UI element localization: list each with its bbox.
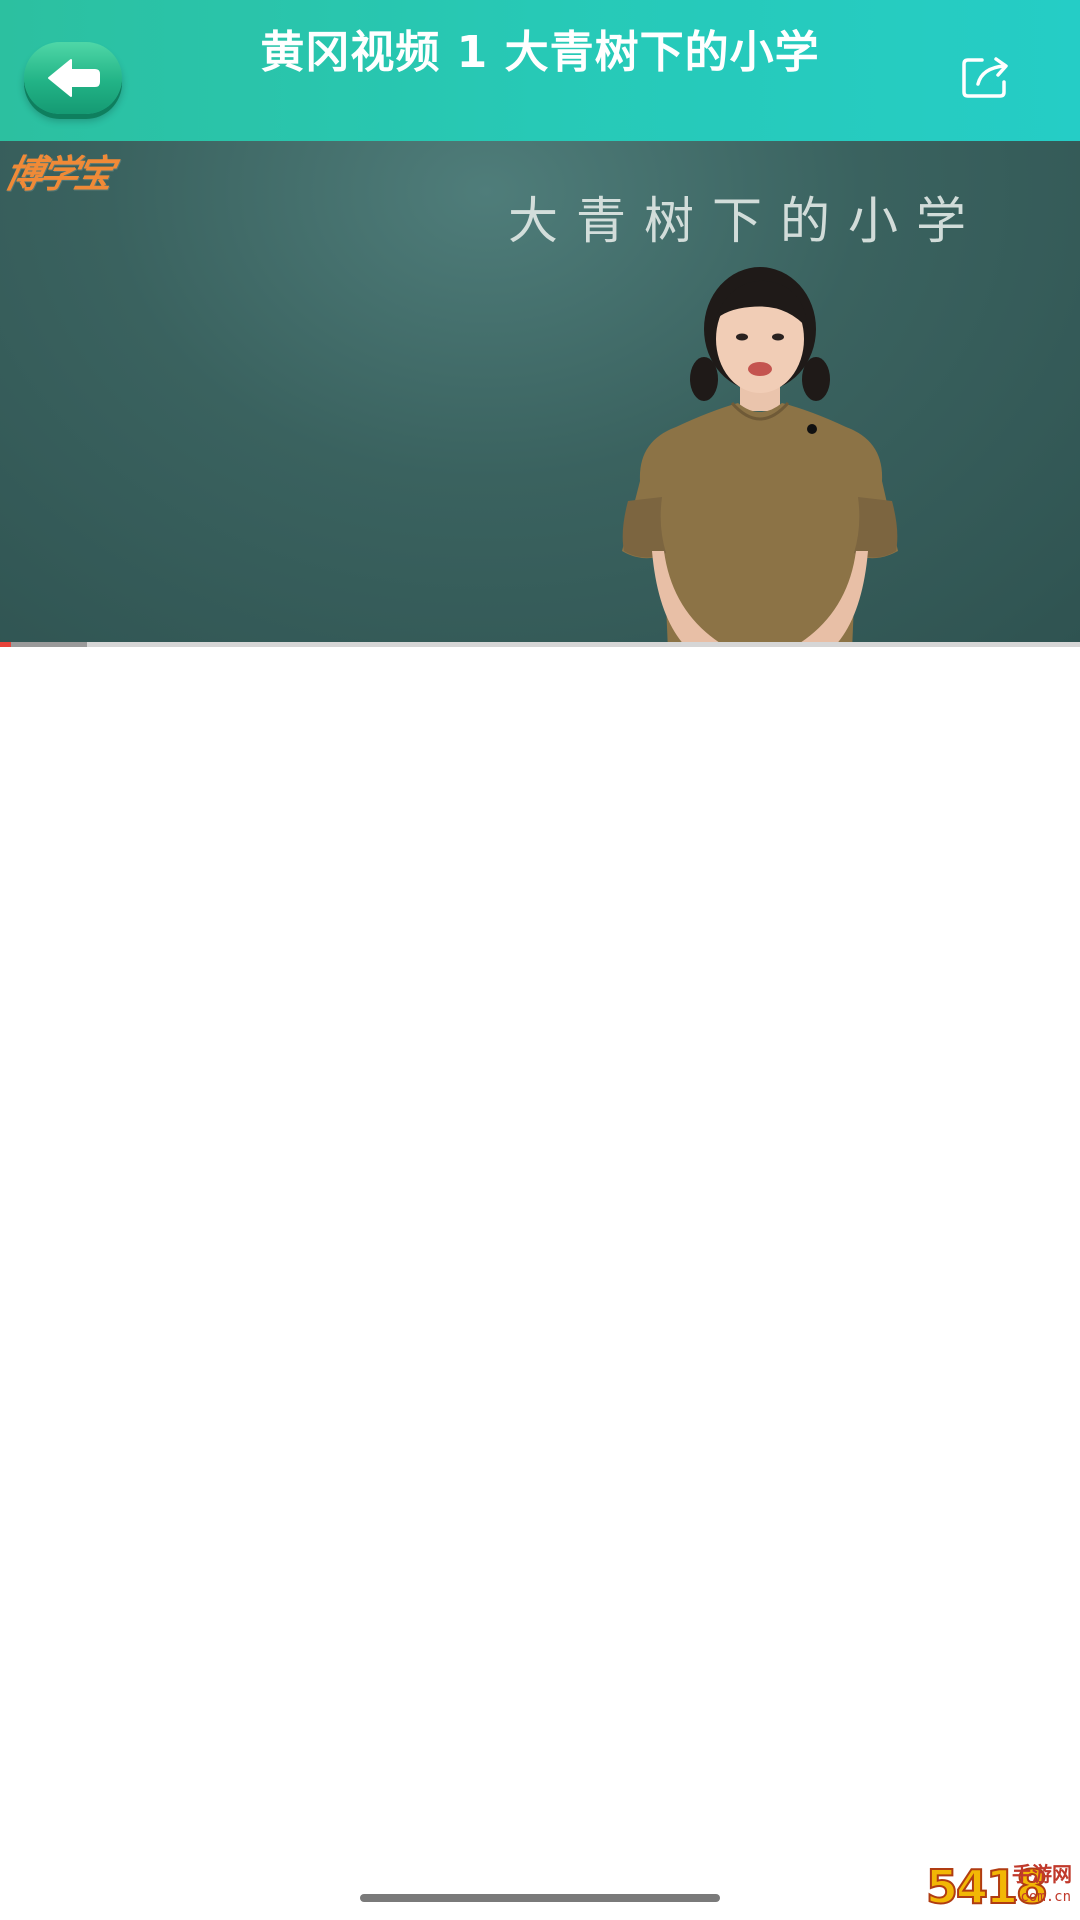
page-title: 黄冈视频 1 大青树下的小学 — [260, 27, 820, 78]
header-bar: 黄冈视频 1 大青树下的小学 — [0, 0, 1080, 141]
home-indicator[interactable] — [360, 1894, 720, 1902]
watermark-logo: 5418 手游网 .com.cn — [925, 1859, 1076, 1916]
watermark-text: 手游网 — [1012, 1862, 1072, 1886]
video-player-screen: 黄冈视频 1 大青树下的小学 博学宝 大青树下的小学 5418 手游网 .com… — [0, 0, 1080, 1920]
share-button[interactable] — [960, 54, 1012, 100]
video-logo: 博学宝 — [0, 152, 115, 196]
video-progress-fill — [0, 642, 11, 647]
chalkboard-text: 大青树下的小学 — [508, 192, 984, 250]
video-player[interactable]: 博学宝 大青树下的小学 — [0, 141, 1080, 643]
back-button[interactable] — [24, 42, 122, 114]
watermark-domain: .com.cn — [1012, 1889, 1072, 1905]
presenter-figure — [580, 251, 940, 643]
video-progress-bar[interactable] — [0, 642, 1080, 647]
share-icon — [962, 57, 1008, 98]
video-buffer-fill — [11, 642, 87, 647]
arrow-left-icon — [48, 59, 100, 97]
